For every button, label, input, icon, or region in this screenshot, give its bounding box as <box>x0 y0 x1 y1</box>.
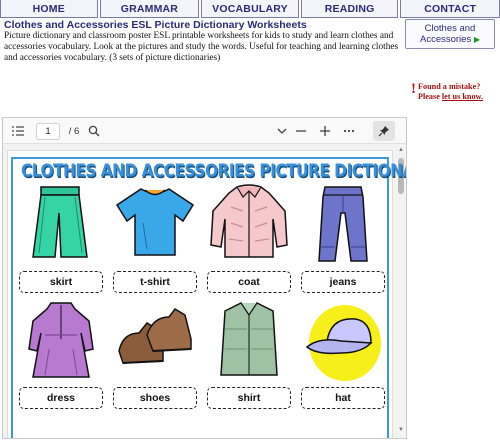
more-icon[interactable] <box>341 122 357 140</box>
shirt-picture <box>220 302 278 376</box>
worksheet: CLOTHES AND ACCESSORIES PICTURE DICTIONA… <box>11 157 406 438</box>
clothes-accessories-button[interactable]: Clothes and Accessories ▶ <box>405 19 495 49</box>
label-skirt: skirt <box>19 271 103 293</box>
exclamation-icon: ! <box>411 81 416 97</box>
clothes-button-line1: Clothes and <box>424 23 476 34</box>
label-dress: dress <box>19 387 103 409</box>
scroll-up-icon[interactable]: ▲ <box>398 147 404 153</box>
total-pages: / 6 <box>68 125 80 137</box>
clothes-button-line2: Accessories <box>419 34 472 45</box>
nav-home[interactable]: HOME <box>0 0 98 18</box>
worksheet-title: CLOTHES AND ACCESSORIES PICTURE DICTIONA… <box>21 161 407 182</box>
mistake-question: Found a mistake? <box>418 82 481 91</box>
scroll-down-icon[interactable]: ▼ <box>398 427 404 433</box>
worksheet-title-text: CLOTHES AND ACCESSORIES PICTURE DICTIONA… <box>21 161 407 182</box>
t-shirt-picture <box>115 188 195 256</box>
let-us-know-link[interactable]: let us know. <box>442 92 483 101</box>
pdf-viewer: 1 / 6 ▲ ▼ CLOTHES AND ACCESSORIES PICTUR… <box>2 117 407 439</box>
label-coat: coat <box>207 271 291 293</box>
page-description: Picture dictionary and classroom poster … <box>4 31 399 63</box>
shoes-picture <box>118 308 192 364</box>
nav-reading[interactable]: READING <box>300 0 399 18</box>
label-hat: hat <box>301 387 385 409</box>
top-nav: HOME GRAMMAR VOCABULARY READING CONTACT <box>0 0 500 18</box>
dress-picture <box>28 302 94 378</box>
coat-picture <box>210 184 288 258</box>
outline-icon[interactable] <box>9 122 27 140</box>
pdf-page: CLOTHES AND ACCESSORIES PICTURE DICTIONA… <box>7 150 406 438</box>
pin-icon <box>378 126 389 137</box>
page-title: Clothes and Accessories ESL Picture Dict… <box>4 19 307 31</box>
label-shoes: shoes <box>113 387 197 409</box>
pdf-toolbar: 1 / 6 <box>3 118 406 144</box>
search-icon[interactable] <box>85 122 103 140</box>
label-shirt: shirt <box>207 387 291 409</box>
mistake-notice: ! Found a mistake? Please let us know. <box>411 82 483 101</box>
page-number-input[interactable]: 1 <box>36 123 60 140</box>
label-t-shirt: t-shirt <box>113 271 197 293</box>
chevron-down-icon[interactable] <box>274 122 290 140</box>
label-jeans: jeans <box>301 271 385 293</box>
nav-grammar[interactable]: GRAMMAR <box>99 0 200 18</box>
hat-picture <box>305 305 381 381</box>
mistake-please: Please <box>418 91 442 101</box>
zoom-in-icon[interactable] <box>317 122 333 140</box>
viewer-scrollbar[interactable]: ▲ ▼ <box>396 144 406 438</box>
zoom-out-icon[interactable] <box>293 122 309 140</box>
pin-button[interactable] <box>373 121 395 141</box>
play-arrow-icon: ▶ <box>473 35 480 44</box>
nav-contact[interactable]: CONTACT <box>400 0 500 18</box>
jeans-picture <box>318 186 368 262</box>
skirt-picture <box>32 186 88 258</box>
nav-vocabulary[interactable]: VOCABULARY <box>201 0 299 18</box>
